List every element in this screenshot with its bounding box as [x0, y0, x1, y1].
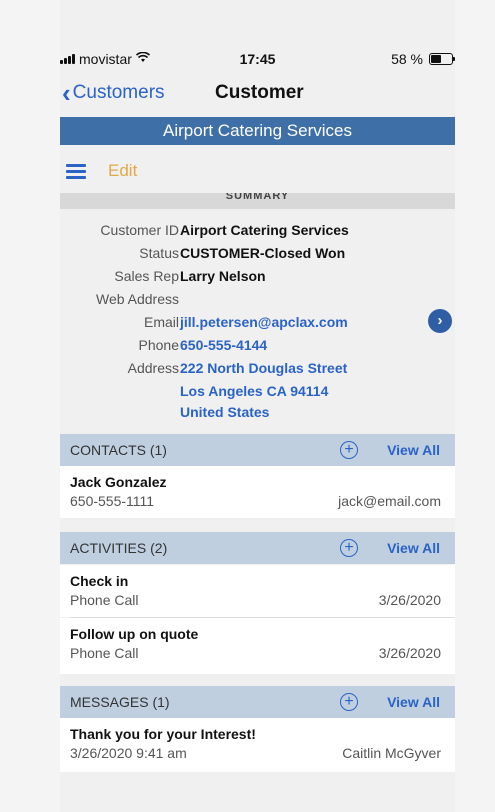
message-title: Thank you for your Interest! — [70, 726, 256, 742]
chevron-right-circle-icon[interactable]: › — [428, 309, 452, 333]
contacts-view-all-button[interactable]: View All — [387, 434, 440, 466]
message-list-item[interactable]: Thank you for your Interest! 3/26/2020 9… — [60, 718, 455, 772]
contact-name: Jack Gonzalez — [70, 474, 167, 490]
activity-title: Follow up on quote — [70, 626, 199, 642]
add-message-plus-icon[interactable]: + — [340, 693, 358, 711]
field-email: Email jill.petersen@apclax.com — [60, 314, 455, 334]
contact-phone: 650-555-1111 — [70, 493, 155, 509]
field-label: Status — [139, 245, 179, 261]
customer-banner: Airport Catering Services — [60, 117, 455, 145]
field-phone: Phone 650-555-4144 — [60, 337, 455, 357]
battery-percent: 58 % — [391, 51, 423, 67]
address-line-2-link[interactable]: Los Angeles CA 94114 — [180, 383, 328, 399]
field-sales-rep: Sales Rep Larry Nelson — [60, 268, 455, 288]
summary-header: SUMMARY — [60, 193, 455, 209]
messages-title: MESSAGES (1) — [70, 694, 170, 710]
activity-type: Phone Call — [70, 645, 139, 661]
page-title: Customer — [215, 82, 304, 103]
field-label: Web Address — [95, 291, 179, 307]
nav-bar: ‹ Customers Customer — [60, 78, 455, 114]
phone-link[interactable]: 650-555-4144 — [180, 337, 267, 353]
field-label: Sales Rep — [114, 268, 179, 284]
address-line-3: United States — [60, 404, 455, 424]
contacts-header: CONTACTS (1) + View All — [60, 434, 455, 466]
address-link[interactable]: 222 North Douglas Street — [180, 360, 347, 376]
phone-screen: movistar 17:45 58 % ‹ Customers Customer… — [60, 0, 455, 812]
field-label: Customer ID — [100, 222, 179, 238]
activity-type: Phone Call — [70, 592, 139, 608]
field-customer-id: Customer ID Airport Catering Services — [60, 222, 455, 242]
chevron-left-icon: ‹ — [62, 78, 71, 108]
hamburger-menu-icon[interactable] — [66, 164, 86, 179]
field-address: Address 222 North Douglas Street — [60, 360, 455, 380]
activity-list-item[interactable]: Check in Phone Call 3/26/2020 — [60, 565, 455, 617]
edit-button[interactable]: Edit — [108, 161, 137, 181]
back-label: Customers — [72, 82, 165, 103]
field-label: Email — [143, 314, 179, 330]
messages-header: MESSAGES (1) + View All — [60, 686, 455, 718]
message-datetime: 3/26/2020 9:41 am — [70, 745, 187, 761]
address-line-2: Los Angeles CA 94114 — [60, 383, 455, 403]
contacts-title: CONTACTS (1) — [70, 442, 167, 458]
summary-header-label: SUMMARY — [225, 193, 290, 202]
status-right: 58 % — [391, 51, 455, 67]
status-bar: movistar 17:45 58 % — [60, 42, 455, 78]
field-label: Address — [127, 360, 179, 376]
field-value: CUSTOMER-Closed Won — [180, 245, 346, 261]
activity-date: 3/26/2020 — [378, 592, 441, 608]
field-value: Airport Catering Services — [180, 222, 349, 238]
contact-email: jack@email.com — [338, 493, 441, 509]
activities-view-all-button[interactable]: View All — [387, 532, 440, 564]
activities-header: ACTIVITIES (2) + View All — [60, 532, 455, 564]
activity-title: Check in — [70, 573, 129, 589]
activity-list-item[interactable]: Follow up on quote Phone Call 3/26/2020 — [60, 618, 455, 674]
email-link[interactable]: jill.petersen@apclax.com — [180, 314, 348, 330]
address-line-3-link[interactable]: United States — [180, 404, 269, 420]
add-activity-plus-icon[interactable]: + — [340, 539, 358, 557]
contact-list-item[interactable]: Jack Gonzalez 650-555-1111 jack@email.co… — [60, 466, 455, 518]
activities-title: ACTIVITIES (2) — [70, 540, 168, 556]
summary-section: Customer ID Airport Catering Services St… — [60, 214, 455, 430]
messages-view-all-button[interactable]: View All — [387, 686, 440, 718]
add-contact-plus-icon[interactable]: + — [340, 441, 358, 459]
message-from: Caitlin McGyver — [342, 745, 441, 761]
field-label: Phone — [138, 337, 179, 353]
field-value: Larry Nelson — [180, 268, 266, 284]
field-status: Status CUSTOMER-Closed Won — [60, 245, 455, 265]
activity-date: 3/26/2020 — [378, 645, 441, 661]
toolbar: Edit — [60, 150, 455, 192]
back-button[interactable]: ‹ Customers — [62, 78, 165, 108]
battery-icon — [429, 53, 455, 65]
field-web-address: Web Address — [60, 291, 455, 311]
